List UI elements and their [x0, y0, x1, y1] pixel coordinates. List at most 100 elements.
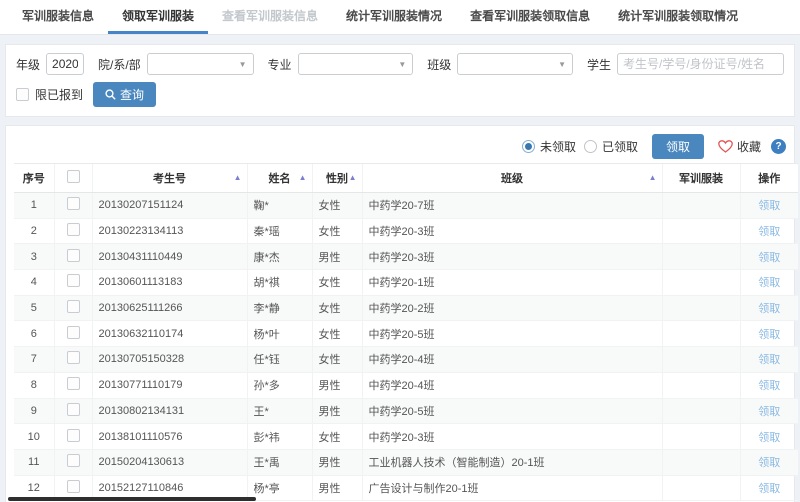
action-cell: 领取: [740, 295, 798, 321]
claim-link[interactable]: 领取: [758, 457, 780, 469]
radio-unclaimed[interactable]: 未领取: [522, 138, 576, 155]
table-row: 3 20130431110449 康*杰 男性 中药学20-3班 领取: [14, 244, 798, 270]
student-class: 中药学20-5班: [362, 321, 662, 347]
row-checkbox[interactable]: [67, 223, 80, 236]
student-name: 李*静: [247, 295, 312, 321]
exam-number: 20130207151124: [92, 193, 247, 219]
row-checkbox-cell: [54, 347, 92, 373]
row-index: 9: [14, 398, 54, 424]
row-checkbox[interactable]: [67, 454, 80, 467]
tab[interactable]: 统计军训服装情况: [332, 0, 456, 34]
search-button-label: 查询: [120, 86, 144, 103]
student-name: 秦*瑶: [247, 218, 312, 244]
col-exam-no[interactable]: 考生号▲: [92, 164, 247, 193]
radio-claimed[interactable]: 已领取: [584, 138, 638, 155]
claim-link[interactable]: 领取: [758, 483, 780, 495]
row-checkbox[interactable]: [67, 429, 80, 442]
row-checkbox[interactable]: [67, 377, 80, 390]
table-row: 10 20138101110576 彭*祎 女性 中药学20-3班 领取: [14, 424, 798, 450]
exam-number: 20130771110179: [92, 372, 247, 398]
col-gender[interactable]: 性别▲: [312, 164, 362, 193]
student-gender: 男性: [312, 372, 362, 398]
tab-label: 查看军训服装信息: [222, 7, 318, 24]
claim-link[interactable]: 领取: [758, 252, 780, 264]
student-name: 王*禹: [247, 449, 312, 475]
student-class: 中药学20-3班: [362, 244, 662, 270]
uniform-status: [662, 321, 740, 347]
action-cell: 领取: [740, 372, 798, 398]
action-cell: 领取: [740, 347, 798, 373]
claim-link[interactable]: 领取: [758, 277, 780, 289]
tab[interactable]: 查看军训服装信息: [208, 0, 332, 34]
horizontal-scrollbar-thumb[interactable]: [8, 497, 256, 501]
help-icon[interactable]: ?: [771, 139, 786, 154]
chevron-down-icon: ▼: [558, 60, 566, 69]
row-checkbox-cell: [54, 398, 92, 424]
uniform-status: [662, 398, 740, 424]
radio-claimed-label: 已领取: [602, 138, 638, 155]
table-row: 5 20130625111266 李*静 女性 中药学20-2班 领取: [14, 295, 798, 321]
favorite-button[interactable]: 收藏: [718, 138, 761, 155]
exam-number: 20130625111266: [92, 295, 247, 321]
radio-circle-icon: [584, 140, 597, 153]
student-search-input[interactable]: [617, 53, 784, 75]
row-checkbox[interactable]: [67, 326, 80, 339]
claim-link[interactable]: 领取: [758, 226, 780, 238]
only-reported-label: 限已报到: [35, 86, 83, 103]
student-gender: 女性: [312, 193, 362, 219]
row-checkbox-cell: [54, 295, 92, 321]
claim-link[interactable]: 领取: [758, 329, 780, 341]
major-select[interactable]: ▼: [298, 53, 414, 75]
tab[interactable]: 统计军训服装领取情况: [604, 0, 752, 34]
row-checkbox[interactable]: [67, 249, 80, 262]
row-checkbox[interactable]: [67, 300, 80, 313]
row-checkbox[interactable]: [67, 197, 80, 210]
student-name: 杨*叶: [247, 321, 312, 347]
table-row: 6 20130632110174 杨*叶 女性 中药学20-5班 领取: [14, 321, 798, 347]
claim-link[interactable]: 领取: [758, 303, 780, 315]
tab-bar: 军训服装信息领取军训服装查看军训服装信息统计军训服装情况查看军训服装领取信息统计…: [0, 0, 800, 35]
select-all-checkbox[interactable]: [67, 170, 80, 183]
class-select[interactable]: ▼: [457, 53, 573, 75]
row-checkbox-cell: [54, 193, 92, 219]
claim-link[interactable]: 领取: [758, 380, 780, 392]
major-label: 专业: [268, 56, 292, 73]
grade-input[interactable]: [46, 53, 84, 75]
tab[interactable]: 领取军训服装: [108, 0, 208, 34]
row-checkbox-cell: [54, 218, 92, 244]
radio-circle-icon: [522, 140, 535, 153]
tab[interactable]: 查看军训服装领取信息: [456, 0, 604, 34]
row-checkbox[interactable]: [67, 351, 80, 364]
claim-link[interactable]: 领取: [758, 354, 780, 366]
row-index: 10: [14, 424, 54, 450]
col-name[interactable]: 姓名▲: [247, 164, 312, 193]
student-class: 中药学20-4班: [362, 372, 662, 398]
student-class: 中药学20-4班: [362, 347, 662, 373]
student-gender: 女性: [312, 295, 362, 321]
row-index: 8: [14, 372, 54, 398]
exam-number: 20130223134113: [92, 218, 247, 244]
only-reported-checkbox[interactable]: [16, 88, 29, 101]
student-label: 学生: [587, 56, 611, 73]
search-button[interactable]: 查询: [93, 82, 156, 107]
row-checkbox[interactable]: [67, 403, 80, 416]
action-cell: 领取: [740, 475, 798, 501]
student-name: 杨*亭: [247, 475, 312, 501]
uniform-status: [662, 270, 740, 296]
student-name: 孙*多: [247, 372, 312, 398]
claim-link[interactable]: 领取: [758, 432, 780, 444]
claim-link[interactable]: 领取: [758, 200, 780, 212]
action-cell: 领取: [740, 270, 798, 296]
tab-label: 查看军训服装领取信息: [470, 7, 590, 24]
sort-asc-icon: ▲: [234, 174, 242, 182]
col-class[interactable]: 班级▲: [362, 164, 662, 193]
department-select[interactable]: ▼: [147, 53, 254, 75]
student-class: 中药学20-2班: [362, 295, 662, 321]
row-checkbox[interactable]: [67, 480, 80, 493]
uniform-status: [662, 372, 740, 398]
student-gender: 男性: [312, 398, 362, 424]
claim-link[interactable]: 领取: [758, 406, 780, 418]
tab[interactable]: 军训服装信息: [8, 0, 108, 34]
row-checkbox[interactable]: [67, 274, 80, 287]
claim-button[interactable]: 领取: [652, 134, 704, 159]
